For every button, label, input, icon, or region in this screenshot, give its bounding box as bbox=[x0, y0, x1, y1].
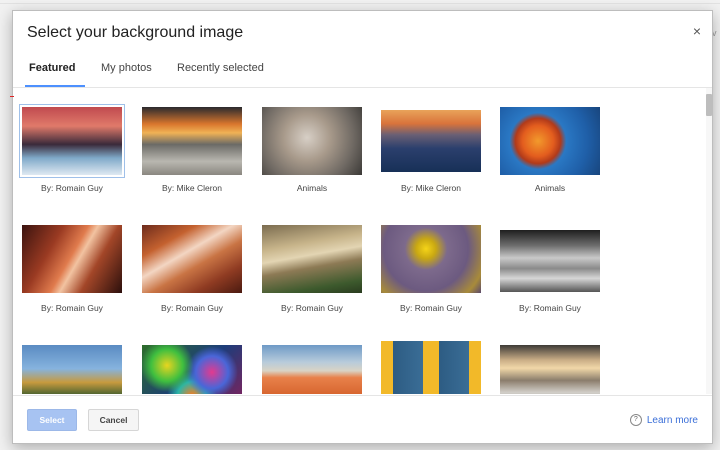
select-button[interactable]: Select bbox=[27, 409, 77, 431]
background-page-rule bbox=[0, 3, 720, 4]
image-thumbnail-blue-shutters[interactable] bbox=[381, 341, 481, 394]
scrollbar-track[interactable] bbox=[706, 88, 712, 394]
image-thumbnail-yellow-flowers[interactable] bbox=[381, 225, 481, 293]
tab-featured[interactable]: Featured bbox=[29, 62, 75, 83]
tab-recently-selected[interactable]: Recently selected bbox=[177, 62, 264, 83]
image-caption: By: Mike Cleron bbox=[401, 183, 461, 193]
tab-bar: Featured My photos Recently selected bbox=[13, 59, 712, 87]
image-thumbnail-sunset-clouds[interactable] bbox=[142, 107, 242, 175]
image-caption: By: Romain Guy bbox=[41, 303, 103, 313]
image-caption: By: Mike Cleron bbox=[162, 183, 222, 193]
dialog-title: Select your background image bbox=[27, 24, 244, 41]
background-image-dialog: Select your background image × Featured … bbox=[10, 10, 713, 444]
image-thumbnail-canyon-swirl[interactable] bbox=[142, 225, 242, 293]
image-thumbnail-jellyfish[interactable] bbox=[500, 107, 600, 175]
close-icon[interactable]: × bbox=[693, 24, 701, 38]
footer-divider bbox=[13, 395, 712, 396]
cancel-button[interactable]: Cancel bbox=[88, 409, 139, 431]
scrollbar-thumb[interactable] bbox=[706, 94, 712, 116]
image-caption: By: Romain Guy bbox=[161, 303, 223, 313]
image-thumbnail-rocky-coast[interactable] bbox=[500, 345, 600, 394]
image-thumbnail-mountain-dusk[interactable] bbox=[381, 110, 481, 172]
image-caption: Animals bbox=[296, 183, 328, 193]
image-thumbnail-snowy-sunset[interactable] bbox=[20, 105, 124, 177]
image-thumbnail-sand-dunes[interactable] bbox=[262, 345, 362, 394]
image-thumbnail-bw-lake[interactable] bbox=[500, 230, 600, 292]
learn-more-label: Learn more bbox=[646, 414, 698, 426]
image-grid[interactable]: By: Romain Guy By: Mike Cleron Animals B… bbox=[13, 88, 712, 394]
image-thumbnail-snow-monkeys[interactable] bbox=[262, 107, 362, 175]
image-caption: By: Romain Guy bbox=[281, 303, 343, 313]
image-thumbnail-wooden-rail[interactable] bbox=[262, 225, 362, 293]
image-thumbnail-colored-glass[interactable] bbox=[142, 345, 242, 394]
help-icon: ? bbox=[629, 414, 642, 426]
image-caption: By: Romain Guy bbox=[519, 303, 581, 313]
image-caption: By: Romain Guy bbox=[41, 183, 103, 193]
image-thumbnail-slot-canyon[interactable] bbox=[22, 225, 122, 293]
image-caption: By: Romain Guy bbox=[400, 303, 462, 313]
image-caption: Animals bbox=[534, 183, 566, 193]
learn-more-link[interactable]: ? Learn more bbox=[629, 414, 698, 426]
image-thumbnail-autumn-lake[interactable] bbox=[22, 345, 122, 394]
tab-my-photos[interactable]: My photos bbox=[101, 62, 152, 83]
